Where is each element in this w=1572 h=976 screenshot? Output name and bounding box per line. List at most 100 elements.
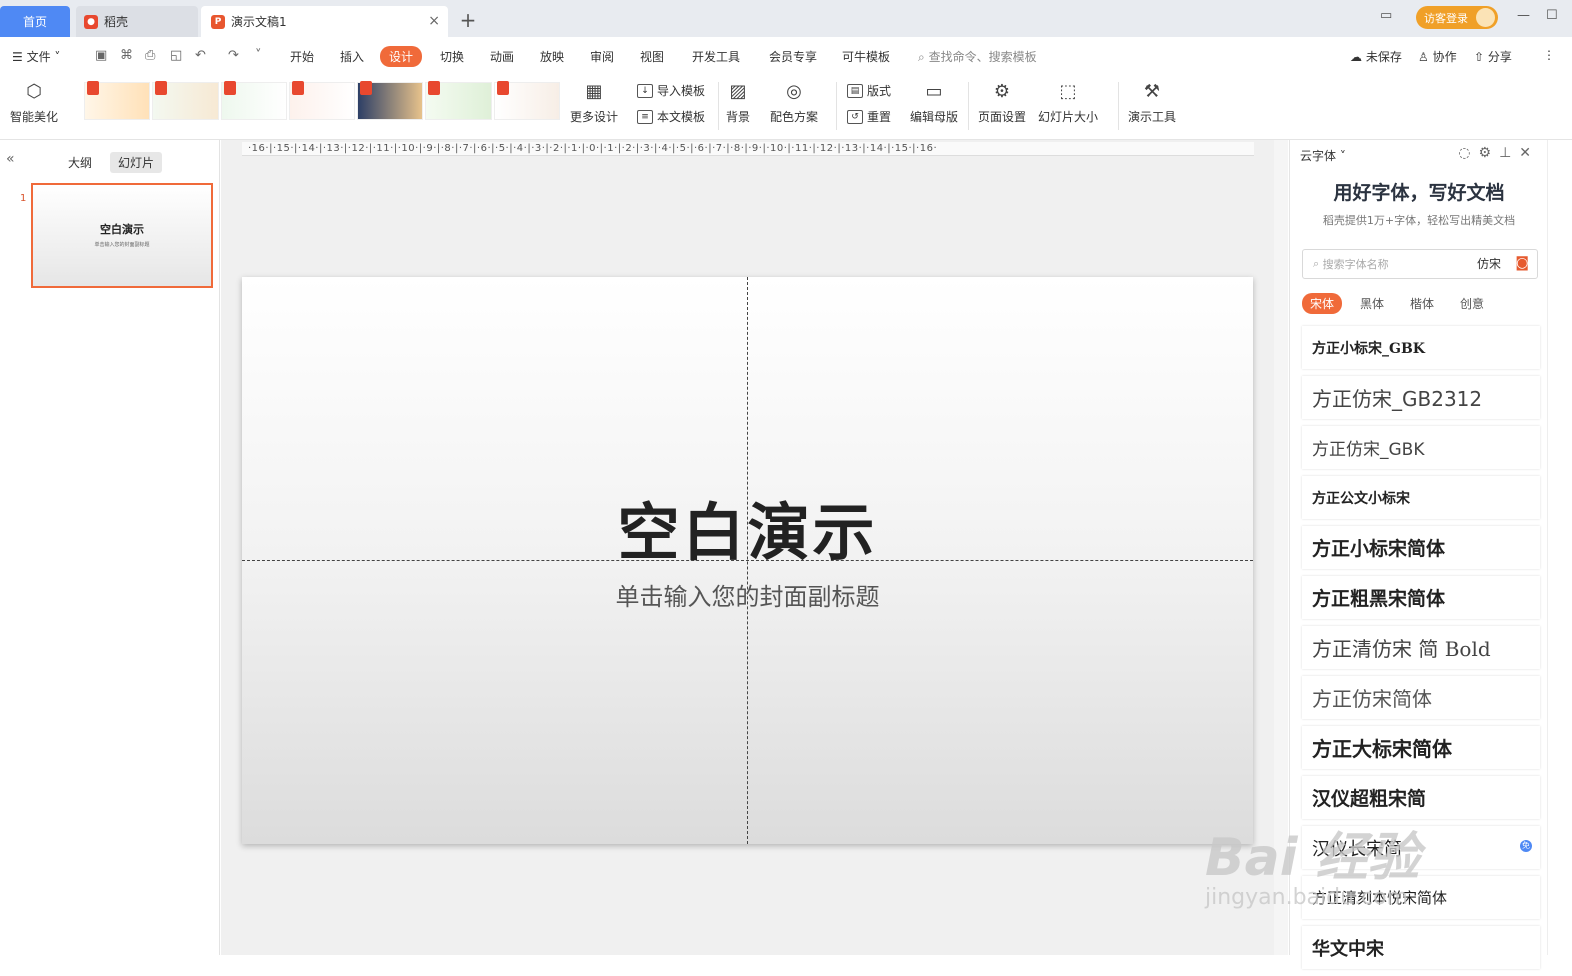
tab-home[interactable]: 首页 bbox=[0, 6, 70, 37]
pin-icon[interactable]: ⊥ bbox=[1499, 145, 1519, 161]
background-button[interactable]: ▨ 背景 bbox=[725, 78, 751, 125]
reset-label: 重置 bbox=[867, 110, 892, 124]
panel-header[interactable]: 云字体 ˅ bbox=[1300, 147, 1346, 164]
slide-thumbnail[interactable]: 空白演示 单击输入您的封面副标题 bbox=[31, 183, 213, 288]
more-design-button[interactable]: ▦ 更多设计 bbox=[570, 78, 618, 125]
format-painter-icon[interactable]: ⌘ bbox=[120, 48, 133, 63]
menu-keniu-template[interactable]: 可牛模板 bbox=[842, 48, 890, 65]
font-list: 方正小标宋_GBK 方正仿宋_GB2312 方正仿宋_GBK 方正公文小标宋 方… bbox=[1302, 326, 1540, 976]
color-scheme-button[interactable]: ◎ 配色方案 bbox=[770, 78, 818, 125]
window-layout-icon[interactable]: ▭ bbox=[1380, 8, 1392, 23]
font-item[interactable]: 方正小标宋简体 bbox=[1302, 526, 1540, 569]
font-item[interactable]: 方正仿宋_GBK bbox=[1302, 426, 1540, 469]
font-item[interactable]: 方正仿宋简体 bbox=[1302, 676, 1540, 719]
font-search-input[interactable]: ⌕ 搜索字体名称 仿宋 ◙ bbox=[1302, 249, 1538, 279]
undo-icon[interactable]: ↶ bbox=[195, 48, 206, 63]
template-thumb[interactable] bbox=[288, 81, 356, 120]
collab-button[interactable]: ♙ 协作 bbox=[1418, 48, 1457, 65]
import-template-label: 导入模板 bbox=[657, 84, 706, 98]
menu-slideshow[interactable]: 放映 bbox=[540, 48, 564, 65]
menu-insert[interactable]: 插入 bbox=[340, 48, 364, 65]
tab-outline[interactable]: 大纲 bbox=[60, 152, 100, 173]
save-icon[interactable]: ▣ bbox=[95, 48, 107, 63]
menu-start[interactable]: 开始 bbox=[290, 48, 314, 65]
unsaved-button[interactable]: ☁ 未保存 bbox=[1350, 48, 1402, 65]
menu-transition[interactable]: 切换 bbox=[440, 48, 464, 65]
category-heiti[interactable]: 黑体 bbox=[1352, 293, 1392, 314]
beautify-button[interactable]: ⬡ 智能美化 bbox=[10, 78, 58, 125]
template-thumb[interactable] bbox=[220, 81, 287, 120]
close-tab-icon[interactable]: × bbox=[428, 13, 440, 29]
maximize-icon[interactable]: ☐ bbox=[1546, 8, 1558, 23]
file-menu[interactable]: ☰ 文件 ˅ bbox=[12, 48, 60, 65]
search-tag[interactable]: 仿宋 bbox=[1477, 255, 1501, 272]
font-item[interactable]: 方正大标宋简体 bbox=[1302, 726, 1540, 769]
slide-title[interactable]: 空白演示 bbox=[242, 482, 1253, 572]
menu-design[interactable]: 设计 bbox=[380, 46, 423, 67]
font-item[interactable]: 方正仿宋_GB2312 bbox=[1302, 376, 1540, 419]
font-item[interactable]: 方正清仿宋 简 Bold bbox=[1302, 626, 1540, 669]
print-preview-icon[interactable]: ◱ bbox=[170, 48, 182, 63]
slide-canvas[interactable]: 空白演示 单击输入您的封面副标题 bbox=[242, 277, 1253, 844]
present-tools-button[interactable]: ⚒ 演示工具 bbox=[1128, 78, 1176, 125]
cloud-font-panel: 云字体 ˅ ◌⚙⊥✕ 用好字体，写好文档 稻壳提供1万+字体，轻松写出精美文档 … bbox=[1289, 140, 1547, 969]
menu-developer[interactable]: 开发工具 bbox=[692, 48, 740, 65]
layout-button[interactable]: ▤ 版式 bbox=[847, 82, 891, 99]
menu-animation[interactable]: 动画 bbox=[490, 48, 514, 65]
font-item[interactable]: 汉仪超粗宋简 bbox=[1302, 776, 1540, 819]
command-search[interactable]: ⌕ 查找命令、搜索模板 bbox=[918, 48, 1037, 65]
horizontal-ruler[interactable]: ·16·|·15·|·14·|·13·|·12·|·11·|·10·|·9·|·… bbox=[242, 142, 1254, 156]
template-thumb[interactable] bbox=[152, 81, 219, 120]
page-setup-label: 页面设置 bbox=[978, 110, 1027, 124]
vertical-scrollbar[interactable] bbox=[1274, 140, 1288, 955]
login-label: 访客登录 bbox=[1424, 11, 1468, 25]
share-button[interactable]: ⇧ 分享 bbox=[1474, 48, 1512, 65]
tab-daoke-label: 稻壳 bbox=[104, 15, 129, 29]
tab-daoke[interactable]: ● 稻壳 bbox=[76, 6, 198, 37]
category-creative[interactable]: 创意 bbox=[1452, 293, 1492, 314]
customize-quick-access-icon[interactable]: ˅ bbox=[255, 48, 262, 63]
template-badge-icon bbox=[155, 81, 168, 95]
file-menu-label: 文件 bbox=[26, 50, 51, 64]
search-icon: ⌕ bbox=[1313, 257, 1323, 270]
redo-icon[interactable]: ↷ bbox=[228, 48, 239, 63]
font-item[interactable]: 方正粗黑宋简体 bbox=[1302, 576, 1540, 619]
font-item[interactable]: 汉仪长宋简 免 bbox=[1302, 826, 1540, 869]
more-icon[interactable]: ⋮ bbox=[1543, 48, 1555, 62]
menu-review[interactable]: 审阅 bbox=[590, 48, 614, 65]
add-tab-button[interactable]: + bbox=[458, 8, 478, 32]
thumb-title: 空白演示 bbox=[100, 223, 144, 236]
camera-icon[interactable]: ◙ bbox=[1515, 255, 1529, 271]
category-songti[interactable]: 宋体 bbox=[1302, 293, 1343, 314]
category-kaiti[interactable]: 楷体 bbox=[1402, 293, 1442, 314]
font-item[interactable]: 华文中宋 bbox=[1302, 926, 1540, 969]
font-item[interactable]: 方正公文小标宋 bbox=[1302, 476, 1540, 519]
template-thumb[interactable] bbox=[425, 81, 492, 120]
font-item[interactable]: 方正清刻本悦宋简体 bbox=[1302, 876, 1540, 919]
reset-icon: ↺ bbox=[847, 109, 863, 124]
minimize-icon[interactable]: — bbox=[1517, 8, 1530, 23]
page-setup-button[interactable]: ⚙ 页面设置 bbox=[978, 78, 1026, 125]
menu-member[interactable]: 会员专享 bbox=[769, 48, 817, 65]
settings-icon[interactable]: ⚙ bbox=[1479, 145, 1500, 161]
close-icon[interactable]: ✕ bbox=[1519, 145, 1539, 161]
template-thumb[interactable] bbox=[84, 81, 151, 120]
login-button[interactable]: 访客登录 bbox=[1416, 6, 1498, 29]
template-thumb[interactable] bbox=[493, 81, 560, 120]
chat-icon[interactable]: ◌ bbox=[1458, 145, 1478, 161]
import-icon: ↓ bbox=[637, 83, 653, 98]
reset-button[interactable]: ↺ 重置 bbox=[847, 108, 891, 125]
menu-view[interactable]: 视图 bbox=[640, 48, 664, 65]
edit-master-button[interactable]: ▭ 编辑母版 bbox=[910, 78, 958, 125]
this-template-button[interactable]: ≡ 本文模板 bbox=[637, 108, 705, 125]
tab-document[interactable]: P 演示文稿1 × bbox=[201, 6, 448, 37]
slide-subtitle[interactable]: 单击输入您的封面副标题 bbox=[242, 577, 1253, 612]
slide-size-button[interactable]: ⬚ 幻灯片大小 bbox=[1038, 78, 1098, 125]
import-template-button[interactable]: ↓ 导入模板 bbox=[637, 82, 705, 99]
collapse-panel-icon[interactable]: « bbox=[6, 151, 15, 167]
panel-header-label: 云字体 bbox=[1300, 149, 1337, 163]
print-icon[interactable]: ⎙ bbox=[145, 48, 155, 63]
font-item[interactable]: 方正小标宋_GBK bbox=[1302, 326, 1540, 369]
template-thumb[interactable] bbox=[357, 81, 424, 120]
tab-slides[interactable]: 幻灯片 bbox=[110, 152, 163, 173]
